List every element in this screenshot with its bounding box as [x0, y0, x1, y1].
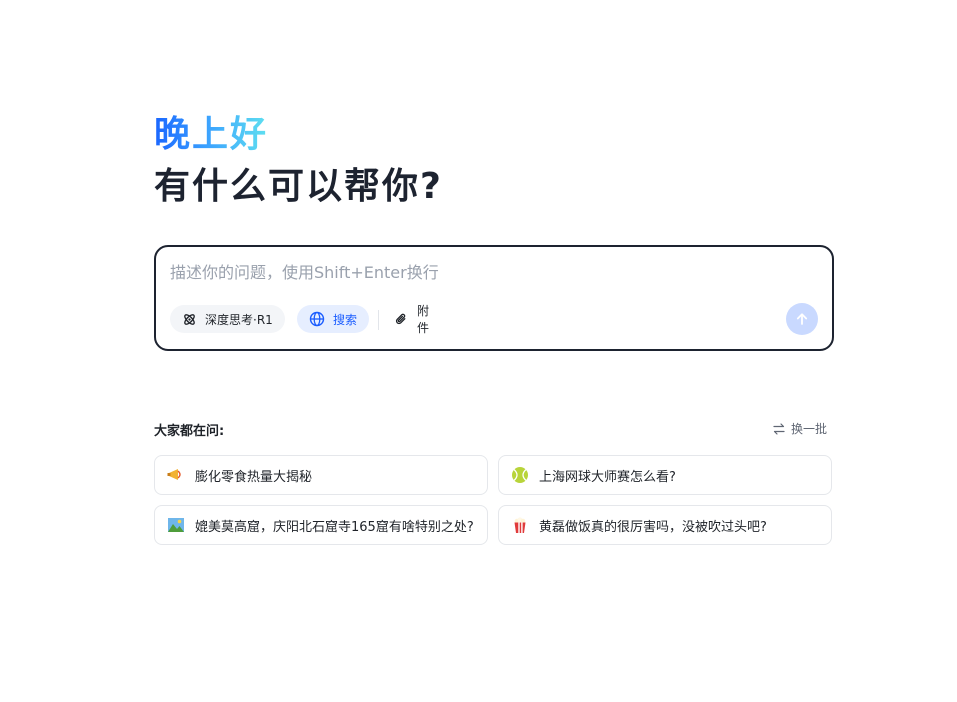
question-card[interactable]: 上海网球大师赛怎么看?	[498, 455, 832, 495]
search-label: 搜索	[333, 312, 358, 327]
atom-icon	[184, 313, 195, 325]
megaphone-icon	[165, 464, 187, 486]
question-card[interactable]: 黄磊做饭真的很厉害吗，没被吹过头吧?	[498, 505, 832, 545]
question-card[interactable]: 媲美莫高窟，庆阳北石窟寺165窟有啥特别之处?	[154, 505, 488, 545]
question-card[interactable]: 膨化零食热量大揭秘	[154, 455, 488, 495]
refresh-label: 换一批	[791, 422, 828, 436]
landscape-icon	[165, 514, 187, 536]
toolbar-divider	[378, 310, 379, 330]
greeting-title: 晚上好	[154, 112, 268, 158]
globe-icon	[309, 311, 325, 327]
tennis-ball-icon	[509, 464, 531, 486]
question-text: 上海网球大师赛怎么看?	[539, 469, 676, 485]
chat-composer: 深度思考·R1 搜索 附件	[154, 245, 834, 351]
search-toggle[interactable]: 搜索	[297, 305, 369, 333]
arrow-up-icon	[796, 313, 808, 325]
deep-think-toggle[interactable]: 深度思考·R1	[170, 305, 285, 333]
page-subtitle: 有什么可以帮你?	[154, 166, 443, 207]
send-button[interactable]	[786, 303, 818, 335]
question-text: 媲美莫高窟，庆阳北石窟寺165窟有啥特别之处?	[195, 519, 474, 535]
refresh-button[interactable]: 换一批	[772, 420, 827, 437]
question-text: 膨化零食热量大揭秘	[195, 469, 313, 485]
page: 晚上好 有什么可以帮你? 深度思考·R1 搜索 附件	[0, 0, 957, 702]
attach-label: 附件	[417, 304, 430, 335]
question-input[interactable]	[170, 263, 810, 282]
attach-button[interactable]: 附件	[382, 304, 452, 335]
popcorn-icon	[509, 514, 531, 536]
paperclip-icon	[395, 313, 406, 324]
popular-questions-title: 大家都在问:	[154, 424, 225, 439]
deep-think-label: 深度思考·R1	[205, 312, 273, 327]
question-text: 黄磊做饭真的很厉害吗，没被吹过头吧?	[539, 519, 767, 535]
swap-icon	[773, 422, 785, 435]
